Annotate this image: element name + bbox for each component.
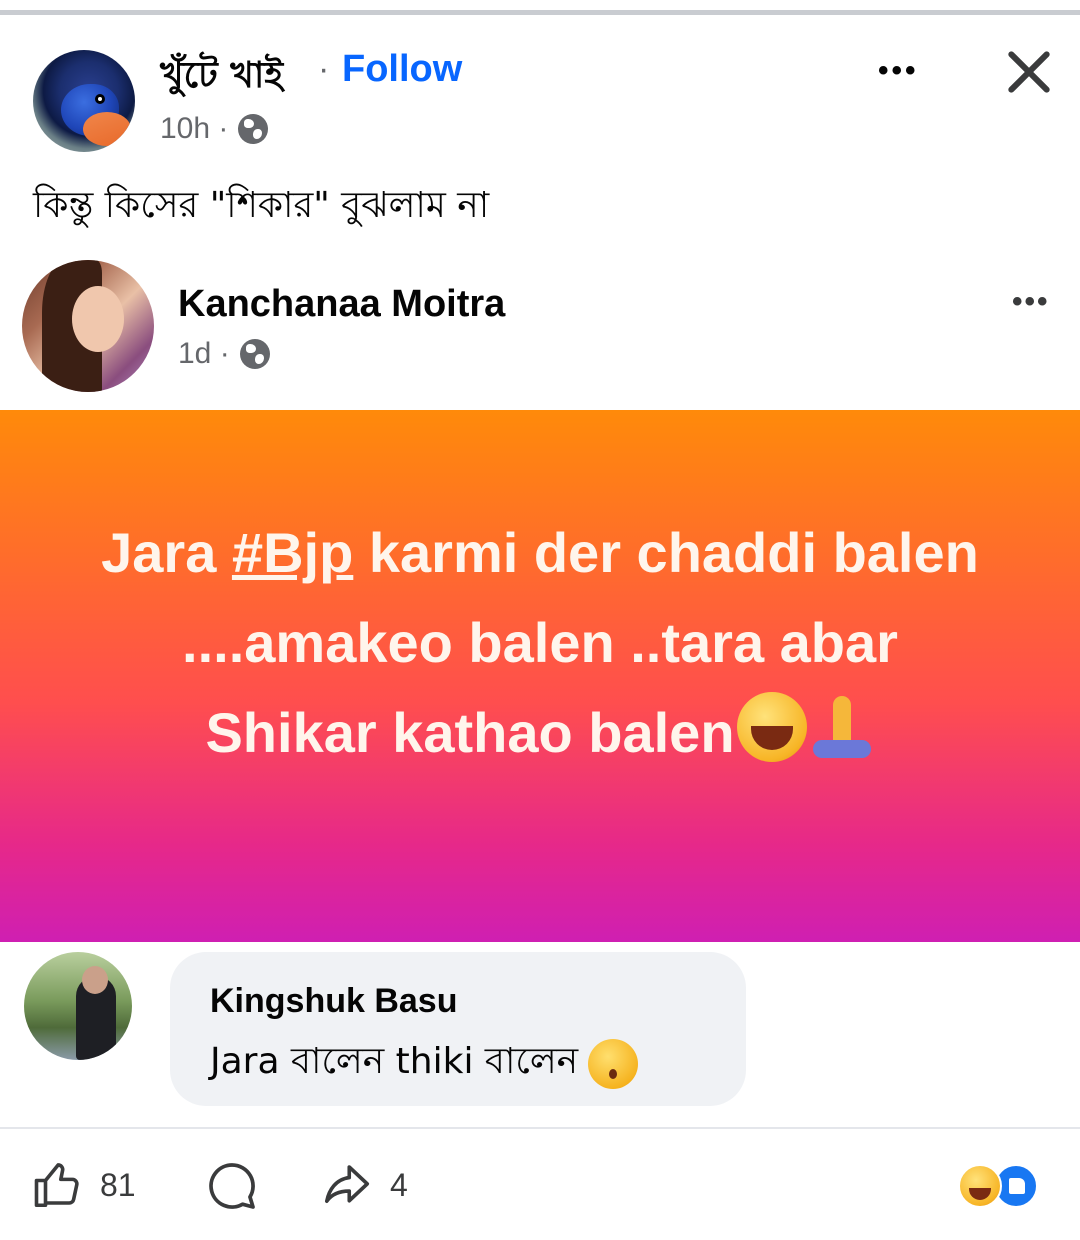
commenter-name[interactable]: Kingshuk Basu xyxy=(210,982,457,1021)
globe-icon xyxy=(238,114,269,144)
post-meta: 10h · xyxy=(160,112,269,146)
more-options-icon[interactable]: ••• xyxy=(878,54,919,88)
avatar-face xyxy=(72,286,124,352)
share-count: 4 xyxy=(390,1166,408,1203)
like-button[interactable]: 81 xyxy=(32,1158,136,1212)
folded-hands-emoji-icon xyxy=(807,692,875,762)
text-line-2: ....amakeo balen ..tara abar xyxy=(182,611,898,674)
comment-icon xyxy=(209,1163,255,1209)
haha-reaction-icon xyxy=(958,1164,1002,1208)
share-icon xyxy=(324,1165,370,1203)
page-avatar[interactable] xyxy=(33,50,135,152)
top-divider xyxy=(0,10,1080,15)
share-button[interactable]: 4 xyxy=(318,1158,408,1212)
shared-post-time[interactable]: 1d · xyxy=(178,337,230,371)
close-icon[interactable] xyxy=(1000,44,1056,100)
bird-eye xyxy=(95,94,105,104)
post-time[interactable]: 10h · xyxy=(160,112,228,146)
laughing-emoji-icon xyxy=(736,692,807,762)
text-line-3-text: Shikar kathao balen xyxy=(205,701,735,764)
like-count: 81 xyxy=(100,1166,136,1203)
name-separator: · xyxy=(318,50,330,88)
comment-button[interactable] xyxy=(204,1158,260,1214)
page-name[interactable]: খুঁটে খাই xyxy=(160,48,283,108)
comment: Kingshuk Basu Jara বালেন thiki বালেন xyxy=(0,950,1080,1110)
text-line-1-prefix: Jara xyxy=(101,521,232,584)
shared-author-name[interactable]: Kanchanaa Moitra xyxy=(178,283,505,326)
text-line-1-suffix: karmi der chaddi balen xyxy=(353,521,979,584)
shared-post-header: Kanchanaa Moitra 1d · ••• xyxy=(0,255,1080,405)
comment-text-content: Jara বালেন thiki বালেন xyxy=(210,1041,579,1082)
action-bar: 81 4 xyxy=(0,1150,1080,1230)
post-header: খুঁটে খাই · Follow 10h · ••• xyxy=(0,40,1080,160)
bird-belly xyxy=(83,112,131,146)
comment-text: Jara বালেন thiki বালেন xyxy=(210,1034,639,1094)
thumbs-up-icon xyxy=(34,1163,79,1208)
hashtag-link[interactable]: #Bjp xyxy=(232,521,353,584)
globe-icon xyxy=(239,339,270,369)
text-line-3: Shikar kathao balen xyxy=(0,688,1080,778)
action-divider xyxy=(0,1127,1080,1129)
text-post-card[interactable]: Jara #Bjp karmi der chaddi balen ....ama… xyxy=(0,410,1080,942)
shared-more-options-icon[interactable]: ••• xyxy=(1012,285,1050,319)
shared-post-meta: 1d · xyxy=(178,337,270,371)
hushed-emoji-icon xyxy=(588,1039,639,1089)
avatar-head xyxy=(82,966,108,994)
post-caption: কিন্তু কিসের "শিকার" বুঝলাম না xyxy=(33,185,490,226)
shared-author-avatar[interactable] xyxy=(22,260,154,392)
comment-bubble[interactable]: Kingshuk Basu Jara বালেন thiki বালেন xyxy=(170,952,746,1106)
follow-button[interactable]: Follow xyxy=(342,48,462,91)
commenter-avatar[interactable] xyxy=(24,952,132,1060)
text-post-body: Jara #Bjp karmi der chaddi balen ....ama… xyxy=(0,508,1080,778)
reaction-summary[interactable] xyxy=(958,1164,1048,1208)
text-line-1: Jara #Bjp karmi der chaddi balen xyxy=(0,508,1080,598)
